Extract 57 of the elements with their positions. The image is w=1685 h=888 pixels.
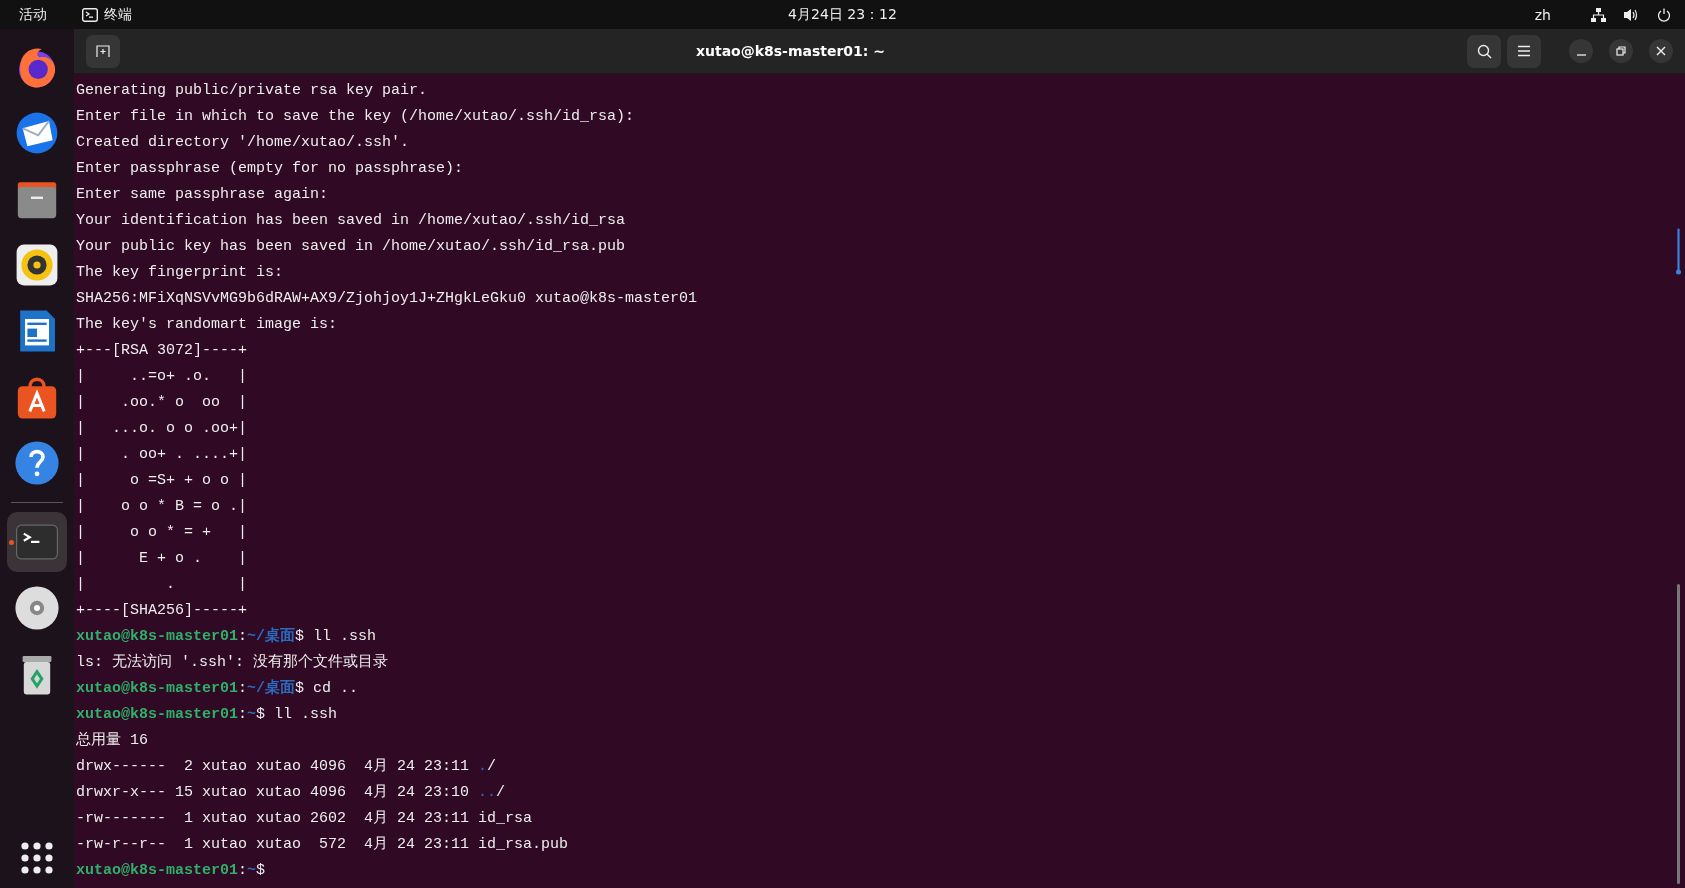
terminal-line: | .oo.* o oo | bbox=[76, 394, 248, 411]
terminal-line: Created directory '/home/xutao/.ssh'. bbox=[76, 134, 410, 151]
terminal-line: +----[SHA256]-----+ bbox=[76, 602, 248, 619]
terminal-line: | o o * = + | bbox=[76, 524, 248, 541]
power-icon[interactable] bbox=[1657, 7, 1671, 22]
input-method-indicator[interactable]: zh bbox=[1534, 6, 1551, 23]
terminal-line: xutao@k8s-master01:~$ ll .ssh bbox=[76, 706, 338, 723]
terminal-line: | . | bbox=[76, 576, 248, 593]
running-indicator bbox=[9, 540, 14, 545]
terminal-line: -rw------- 1 xutao xutao 2602 4月 24 23:11 id_rsa bbox=[76, 810, 533, 827]
scrollbar[interactable] bbox=[1677, 584, 1680, 884]
app-grid-icon[interactable] bbox=[21, 842, 53, 874]
search-icon bbox=[1476, 43, 1492, 59]
window-title: xutao@k8s-master01: ~ bbox=[694, 43, 887, 59]
terminal-line: 总用量 16 bbox=[76, 732, 148, 749]
network-icon[interactable] bbox=[1591, 7, 1606, 22]
terminal-line: The key fingerprint is: bbox=[76, 264, 284, 281]
terminal-line: drwxr-x--- 15 xutao xutao 4096 4月 24 23:10 ../ bbox=[76, 784, 506, 801]
terminal-line: | ...o. o o .oo+| bbox=[76, 420, 248, 437]
minimize-icon bbox=[1576, 54, 1586, 56]
clock[interactable]: 4月24日 23：12 bbox=[788, 5, 897, 22]
terminal-line: xutao@k8s-master01:~$ bbox=[76, 862, 266, 879]
restore-button[interactable] bbox=[1609, 39, 1633, 63]
terminal-line: Enter passphrase (empty for no passphrase): bbox=[76, 160, 464, 177]
activities-button[interactable]: 活动 bbox=[0, 5, 66, 24]
disc-icon bbox=[13, 584, 61, 632]
terminal-line: Your identification has been saved in /home/xutao/.ssh/id_rsa bbox=[76, 212, 626, 229]
terminal-line: -rw-r--r-- 1 xutao xutao 572 4月 24 23:11 id_rsa.pub bbox=[76, 836, 569, 853]
app-menu[interactable]: 终端 bbox=[104, 5, 132, 24]
search-button[interactable] bbox=[1467, 34, 1501, 68]
terminal-line: | o =S+ + o o | bbox=[76, 472, 248, 489]
restore-icon bbox=[1616, 46, 1626, 56]
menu-button[interactable] bbox=[1507, 34, 1541, 68]
terminal-line: SHA256:MFiXqNSVvMG9b6dRAW+AX9/Zjohjoy1J+ZHgkLeGku0 xutao@k8s-master01 bbox=[76, 290, 698, 307]
terminal-line: +---[RSA 3072]----+ bbox=[76, 342, 248, 359]
terminal-line: | o o * B = o .| bbox=[76, 498, 248, 515]
terminal-line: xutao@k8s-master01:~/桌面$ ll .ssh bbox=[76, 628, 377, 645]
close-icon bbox=[1656, 46, 1666, 56]
terminal-line: Generating public/private rsa key pair. bbox=[76, 82, 428, 99]
terminal-line: | ..=o+ .o. | bbox=[76, 368, 248, 385]
close-button[interactable] bbox=[1649, 39, 1673, 63]
terminal-line: drwx------ 2 xutao xutao 4096 4月 24 23:11 ./ bbox=[76, 758, 497, 775]
terminal-line: The key's randomart image is: bbox=[76, 316, 338, 333]
terminal-line: xutao@k8s-master01:~/桌面$ cd .. bbox=[76, 680, 359, 697]
terminal-line: Enter file in which to save the key (/home/xutao/.ssh/id_rsa): bbox=[76, 108, 635, 125]
minimize-button[interactable] bbox=[1569, 39, 1593, 63]
terminal-line: | E + o . | bbox=[76, 550, 248, 567]
terminal-line: Your public key has been saved in /home/xutao/.ssh/id_rsa.pub bbox=[76, 238, 626, 255]
help-icon bbox=[13, 439, 61, 487]
terminal-line: Enter same passphrase again: bbox=[76, 186, 329, 203]
new-tab-icon bbox=[96, 44, 110, 58]
new-tab-button[interactable] bbox=[86, 34, 120, 68]
terminal-line: | . oo+ . ....+| bbox=[76, 446, 248, 463]
volume-icon[interactable] bbox=[1624, 7, 1639, 22]
terminal-line: ls: 无法访问 '.ssh': 没有那个文件或目录 bbox=[76, 654, 389, 671]
terminal-icon bbox=[82, 7, 98, 22]
menu-icon bbox=[1517, 45, 1531, 57]
